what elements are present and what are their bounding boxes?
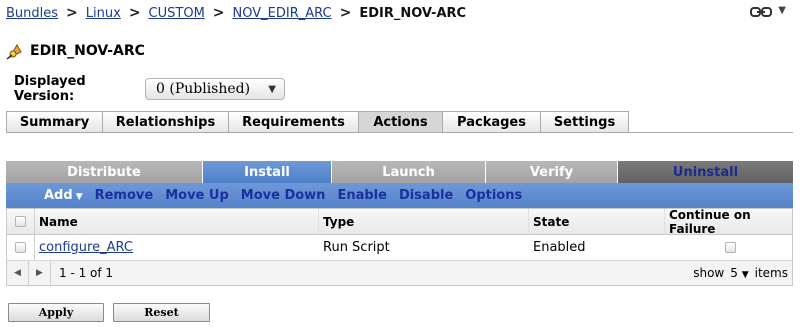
- tab-packages[interactable]: Packages: [442, 111, 540, 133]
- cell-state: Enabled: [533, 240, 586, 255]
- column-header-continue-on-failure[interactable]: Continue on Failure: [665, 208, 792, 236]
- table-pager: ◀ ▶ 1 - 1 of 1 show 5 ▼ items: [7, 261, 792, 285]
- page-title: EDIR_NOV-ARC: [30, 43, 145, 59]
- action-toolbar: Add ▼ Remove Move Up Move Down Enable Dis…: [6, 183, 793, 208]
- subtab-distribute[interactable]: Distribute: [6, 161, 203, 183]
- select-all-cell: [7, 209, 35, 234]
- add-menu-button[interactable]: Add ▼: [44, 188, 83, 203]
- subtab-uninstall[interactable]: Uninstall: [618, 161, 793, 183]
- cell-type: Run Script: [323, 240, 390, 255]
- column-header-state[interactable]: State: [529, 209, 665, 234]
- breadcrumb-separator: >: [339, 5, 352, 21]
- breadcrumb-bundles[interactable]: Bundles: [6, 6, 58, 21]
- version-select[interactable]: 0 (Published) ▼: [145, 78, 285, 100]
- subtab-launch[interactable]: Launch: [332, 161, 486, 183]
- tab-actions[interactable]: Actions: [358, 111, 442, 133]
- table-row: configure_ARC Run Script Enabled: [7, 235, 792, 261]
- show-label: show: [693, 266, 725, 280]
- page-size-value: 5: [730, 266, 738, 280]
- chevron-down-icon[interactable]: ▼: [778, 5, 786, 16]
- main-tabs: Summary Relationships Requirements Actio…: [6, 111, 629, 133]
- next-page-icon[interactable]: ▶: [29, 261, 51, 285]
- top-right-icons: ▼: [750, 5, 786, 17]
- page-size-control: show 5 ▼ items: [693, 266, 792, 280]
- tab-requirements[interactable]: Requirements: [228, 111, 358, 133]
- chevron-down-icon: ▼: [268, 83, 276, 95]
- breadcrumb-separator: >: [66, 5, 78, 21]
- cell-name: configure_ARC: [35, 235, 319, 260]
- row-checkbox[interactable]: [15, 242, 26, 253]
- disable-button[interactable]: Disable: [399, 188, 453, 203]
- breadcrumb-separator: >: [128, 5, 141, 21]
- breadcrumb-nov-edir-arc[interactable]: NOV_EDIR_ARC: [233, 6, 332, 21]
- options-button[interactable]: Options: [465, 188, 522, 203]
- chevron-down-icon: ▼: [75, 192, 83, 202]
- tab-relationships[interactable]: Relationships: [102, 111, 228, 133]
- add-label: Add: [44, 188, 73, 203]
- previous-page-icon[interactable]: ◀: [7, 261, 29, 285]
- column-header-type[interactable]: Type: [319, 209, 529, 234]
- tab-settings[interactable]: Settings: [540, 111, 629, 133]
- move-down-button[interactable]: Move Down: [241, 188, 326, 203]
- breadcrumb-custom[interactable]: CUSTOM: [149, 6, 205, 21]
- breadcrumb-current: EDIR_NOV-ARC: [359, 5, 467, 21]
- tab-summary[interactable]: Summary: [6, 111, 102, 133]
- linux-bundle-icon: [6, 42, 24, 60]
- page-size-select[interactable]: 5 ▼: [730, 266, 748, 280]
- tab-divider: [6, 132, 793, 133]
- cell-continue-on-failure: [665, 235, 792, 260]
- link-icon[interactable]: [750, 6, 773, 17]
- action-name-link[interactable]: configure_ARC: [39, 240, 133, 255]
- reset-button[interactable]: Reset: [113, 303, 210, 322]
- breadcrumb: Bundles > Linux > CUSTOM > NOV_EDIR_ARC …: [6, 4, 466, 22]
- row-select-cell: [7, 235, 35, 260]
- subtab-install[interactable]: Install: [203, 161, 332, 183]
- breadcrumb-separator: >: [212, 5, 225, 21]
- version-selector-row: Displayed Version: 0 (Published) ▼: [14, 74, 285, 104]
- chevron-down-icon: ▼: [741, 270, 749, 280]
- table-header: Name Type State Continue on Failure: [7, 208, 792, 236]
- version-value: 0 (Published): [156, 81, 251, 97]
- remove-button[interactable]: Remove: [95, 188, 154, 203]
- select-all-checkbox[interactable]: [15, 216, 26, 227]
- column-header-name[interactable]: Name: [35, 209, 319, 234]
- continue-on-failure-checkbox[interactable]: [725, 242, 736, 253]
- action-subtabs: Distribute Install Launch Verify Uninsta…: [6, 161, 793, 183]
- items-label: items: [754, 266, 788, 280]
- enable-button[interactable]: Enable: [337, 188, 387, 203]
- actions-table: Name Type State Continue on Failure conf…: [6, 208, 793, 286]
- move-up-button[interactable]: Move Up: [165, 188, 229, 203]
- breadcrumb-linux[interactable]: Linux: [86, 6, 121, 21]
- version-label: Displayed Version:: [14, 74, 86, 104]
- subtab-verify[interactable]: Verify: [486, 161, 618, 183]
- page-header: EDIR_NOV-ARC: [6, 42, 145, 60]
- apply-button[interactable]: Apply: [8, 303, 104, 322]
- pager-range: 1 - 1 of 1: [59, 266, 114, 280]
